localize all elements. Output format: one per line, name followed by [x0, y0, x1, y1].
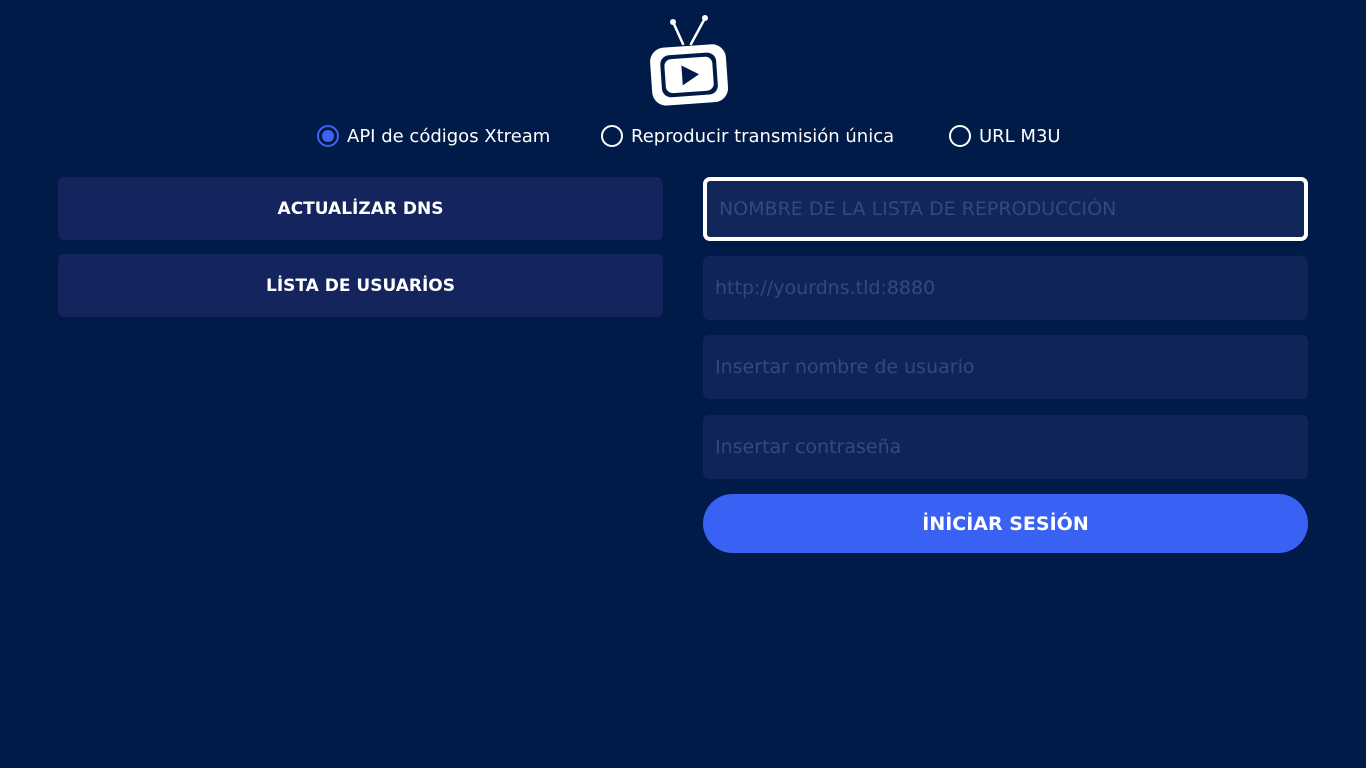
radio-label: API de códigos Xtream: [347, 125, 551, 147]
radio-single-stream[interactable]: Reproducir transmisión única: [601, 121, 894, 151]
password-input[interactable]: [715, 436, 1296, 458]
radio-label: Reproducir transmisión única: [631, 125, 895, 147]
radio-label: URL M3U: [979, 125, 1061, 147]
username-field: [703, 335, 1308, 399]
radio-xtream-api[interactable]: API de códigos Xtream: [317, 121, 550, 151]
dns-url-field: [703, 256, 1308, 320]
playlist-name-input[interactable]: [719, 198, 1292, 220]
login-screen: API de códigos Xtream Reproducir transmi…: [0, 0, 1366, 768]
radio-m3u-url[interactable]: URL M3U: [949, 121, 1061, 151]
update-dns-button[interactable]: ACTUALİZAR DNS: [58, 177, 663, 240]
radio-unchecked-icon: [949, 125, 971, 147]
login-button[interactable]: İNİCİAR SESİÓN: [703, 494, 1308, 553]
tv-play-icon: [643, 14, 731, 110]
login-mode-selector: API de códigos Xtream Reproducir transmi…: [0, 121, 1366, 151]
radio-checked-icon: [317, 125, 339, 147]
radio-unchecked-icon: [601, 125, 623, 147]
playlist-name-field: [703, 177, 1308, 241]
username-input[interactable]: [715, 356, 1296, 378]
dns-url-input[interactable]: [715, 277, 1296, 299]
password-field: [703, 415, 1308, 479]
user-list-button[interactable]: LİSTA DE USUARİOS: [58, 254, 663, 317]
